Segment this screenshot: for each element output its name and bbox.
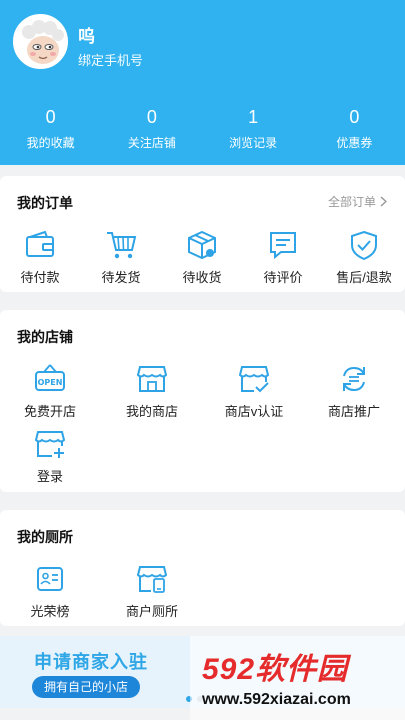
store-icon <box>136 366 168 392</box>
sheep-avatar-icon <box>15 16 66 67</box>
avatar[interactable] <box>13 14 68 69</box>
orders-title: 我的订单 <box>17 195 73 211</box>
wallet-icon <box>26 230 54 257</box>
stat-favorites[interactable]: 0 我的收藏 <box>0 106 101 156</box>
chevron-right-icon <box>380 196 387 207</box>
profile-header: 呜 绑定手机号 0 我的收藏 0 关注店铺 1 浏览记录 0 优惠券 <box>0 0 405 165</box>
svg-text:OPEN: OPEN <box>38 378 63 387</box>
order-pending-review[interactable]: 待评价 <box>243 229 323 286</box>
stat-label: 优惠券 <box>336 136 373 150</box>
watermark-logo: 592软件园 <box>202 653 349 686</box>
shop-v-verify[interactable]: 商店v认证 <box>214 363 294 420</box>
package-icon <box>188 230 216 260</box>
stat-count: 1 <box>248 107 259 127</box>
shop-item-label: 商店推广 <box>327 404 380 419</box>
shop-card: 我的店铺 OPEN 免费开店 我的商店 商店v认证 商店推广 登录 <box>0 310 405 492</box>
open-sign-icon: OPEN <box>35 364 65 391</box>
shop-my-store[interactable]: 我的商店 <box>112 363 192 420</box>
order-item-label: 售后/退款 <box>336 270 392 285</box>
watermark: 592软件园 www.592xiazai.com <box>190 636 405 720</box>
store-phone-icon <box>136 566 168 593</box>
banner-title: 申请商家入驻 <box>34 652 148 672</box>
cart-icon <box>107 232 137 259</box>
toilet-title: 我的厕所 <box>17 529 73 545</box>
toilet-card: 我的厕所 光荣榜 商户厕所 <box>0 510 405 626</box>
shop-item-label: 商店v认证 <box>224 404 284 419</box>
stat-label: 关注店铺 <box>127 136 176 150</box>
stat-followed-shops[interactable]: 0 关注店铺 <box>101 106 202 156</box>
stat-count: 0 <box>146 107 157 127</box>
order-pending-payment[interactable]: 待付款 <box>0 229 80 286</box>
toilet-item-label: 光荣榜 <box>30 604 70 619</box>
store-verified-icon <box>238 366 270 393</box>
shop-free-open[interactable]: OPEN 免费开店 <box>10 363 90 420</box>
all-orders-link[interactable]: 全部订单 <box>328 193 387 210</box>
username[interactable]: 呜 <box>78 22 95 47</box>
order-item-label: 待发货 <box>101 270 141 285</box>
shop-item-label: 我的商店 <box>125 404 178 419</box>
shop-item-label: 登录 <box>36 469 63 484</box>
stat-label: 我的收藏 <box>26 136 75 150</box>
shop-promotion[interactable]: 商店推广 <box>314 363 394 420</box>
stat-coupons[interactable]: 0 优惠券 <box>304 106 405 156</box>
orders-card: 我的订单 全部订单 待付款 待发货 待收货 待评价 售后/退款 <box>0 176 405 292</box>
order-item-label: 待收货 <box>182 270 222 285</box>
order-pending-shipment[interactable]: 待发货 <box>81 229 161 286</box>
stat-history[interactable]: 1 浏览记录 <box>203 106 304 156</box>
watermark-url: www.592xiazai.com <box>202 691 351 708</box>
stat-count: 0 <box>45 107 56 127</box>
bind-phone-link[interactable]: 绑定手机号 <box>78 50 143 69</box>
shop-item-label: 免费开店 <box>23 404 76 419</box>
shop-login[interactable]: 登录 <box>10 428 90 485</box>
shield-check-icon <box>351 230 377 261</box>
all-orders-label: 全部订单 <box>327 195 376 209</box>
stats-row: 0 我的收藏 0 关注店铺 1 浏览记录 0 优惠券 <box>0 106 405 156</box>
toilet-honor-list[interactable]: 光荣榜 <box>10 563 90 620</box>
banner-subtitle: 拥有自己的小店 <box>32 676 141 698</box>
store-add-icon <box>34 431 66 458</box>
toilet-merchant[interactable]: 商户厕所 <box>112 563 192 620</box>
order-item-label: 待付款 <box>20 270 60 285</box>
id-card-icon <box>37 567 63 591</box>
stat-label: 浏览记录 <box>229 136 278 150</box>
shop-title: 我的店铺 <box>17 329 73 345</box>
order-item-label: 待评价 <box>263 270 303 285</box>
order-after-sales[interactable]: 售后/退款 <box>324 229 404 286</box>
order-pending-receipt[interactable]: 待收货 <box>162 229 242 286</box>
stat-count: 0 <box>349 107 360 127</box>
comment-icon <box>270 232 296 260</box>
toilet-item-label: 商户厕所 <box>125 604 178 619</box>
refresh-arrows-icon <box>343 366 365 392</box>
